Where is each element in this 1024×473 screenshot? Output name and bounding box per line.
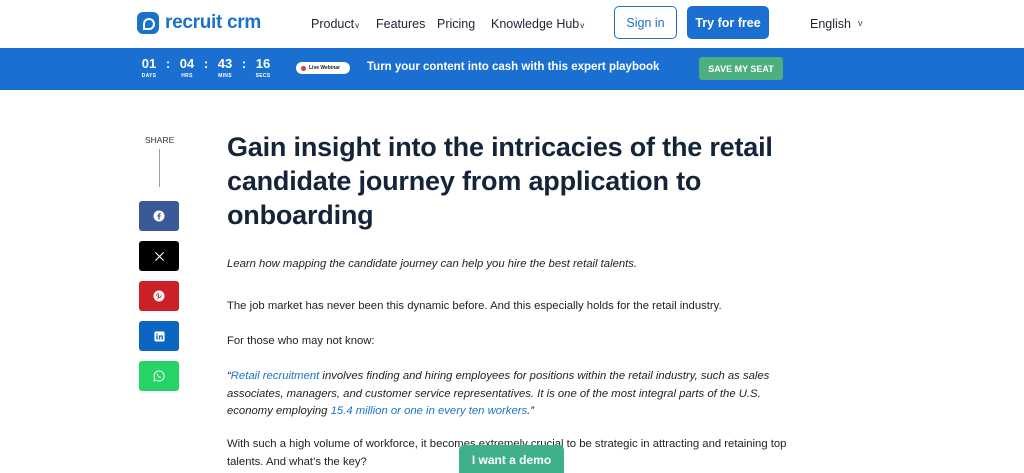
save-my-seat-button[interactable]: SAVE MY SEAT	[699, 57, 783, 80]
chevron-down-icon[interactable]: v	[858, 18, 863, 28]
article-subtitle: Learn how mapping the candidate journey …	[227, 258, 638, 270]
share-pinterest-button[interactable]	[139, 281, 179, 311]
demo-button[interactable]: I want a demo	[459, 445, 564, 473]
language-selector[interactable]: English	[810, 17, 851, 31]
countdown-timer: 01 DAYS : 04 HRS : 43 MINS : 16 SECS	[136, 56, 276, 79]
nav-knowledge-hub[interactable]: Knowledge Hubv	[491, 17, 584, 31]
share-linkedin-button[interactable]	[139, 321, 179, 351]
chevron-down-icon: v	[355, 21, 360, 30]
webinar-banner: 01 DAYS : 04 HRS : 43 MINS : 16 SECS Turn yo…	[0, 48, 1024, 90]
share-divider	[159, 149, 160, 187]
site-header: recruit crm Productv Features Pricing Kn…	[0, 0, 1024, 48]
pinterest-icon	[153, 290, 165, 302]
facebook-icon	[153, 210, 165, 222]
share-label: SHARE	[145, 135, 175, 145]
whatsapp-icon	[153, 370, 165, 382]
chevron-down-icon: v	[580, 21, 585, 30]
logo-mark-icon	[137, 12, 159, 34]
x-icon	[154, 251, 164, 261]
retail-recruitment-link[interactable]: Retail recruitment	[231, 370, 320, 382]
live-webinar-badge: Live Webinar	[296, 62, 350, 74]
article-title: Gain insight into the intricacies of the…	[227, 132, 773, 230]
paragraph-intro: The job market has never been this dynam…	[227, 300, 722, 312]
paragraph-lead: For those who may not know:	[227, 335, 375, 347]
live-dot-icon	[301, 65, 306, 71]
timer-separator: :	[203, 56, 209, 71]
timer-seconds: 16 SECS	[255, 56, 271, 79]
try-for-free-button[interactable]: Try for free	[687, 6, 769, 39]
nav-pricing[interactable]: Pricing	[437, 17, 475, 31]
nav-features[interactable]: Features	[376, 17, 425, 31]
linkedin-icon	[153, 330, 165, 342]
timer-separator: :	[241, 56, 247, 71]
timer-hours: 04 HRS	[179, 56, 195, 79]
banner-message: Turn your content into cash with this ex…	[367, 61, 660, 73]
timer-minutes: 43 MINS	[217, 56, 233, 79]
paragraph-quote: “Retail recruitment involves finding and…	[227, 370, 770, 417]
signin-button[interactable]: Sign in	[614, 6, 677, 39]
nav-product[interactable]: Productv	[311, 17, 359, 31]
timer-separator: :	[165, 56, 171, 71]
share-whatsapp-button[interactable]	[139, 361, 179, 391]
share-x-button[interactable]	[139, 241, 179, 271]
logo-text: recruit crm	[165, 12, 261, 33]
logo[interactable]: recruit crm	[137, 12, 261, 34]
share-facebook-button[interactable]	[139, 201, 179, 231]
workers-stat-link[interactable]: 15.4 million or one in every ten workers	[331, 405, 528, 417]
timer-days: 01 DAYS	[141, 56, 157, 79]
